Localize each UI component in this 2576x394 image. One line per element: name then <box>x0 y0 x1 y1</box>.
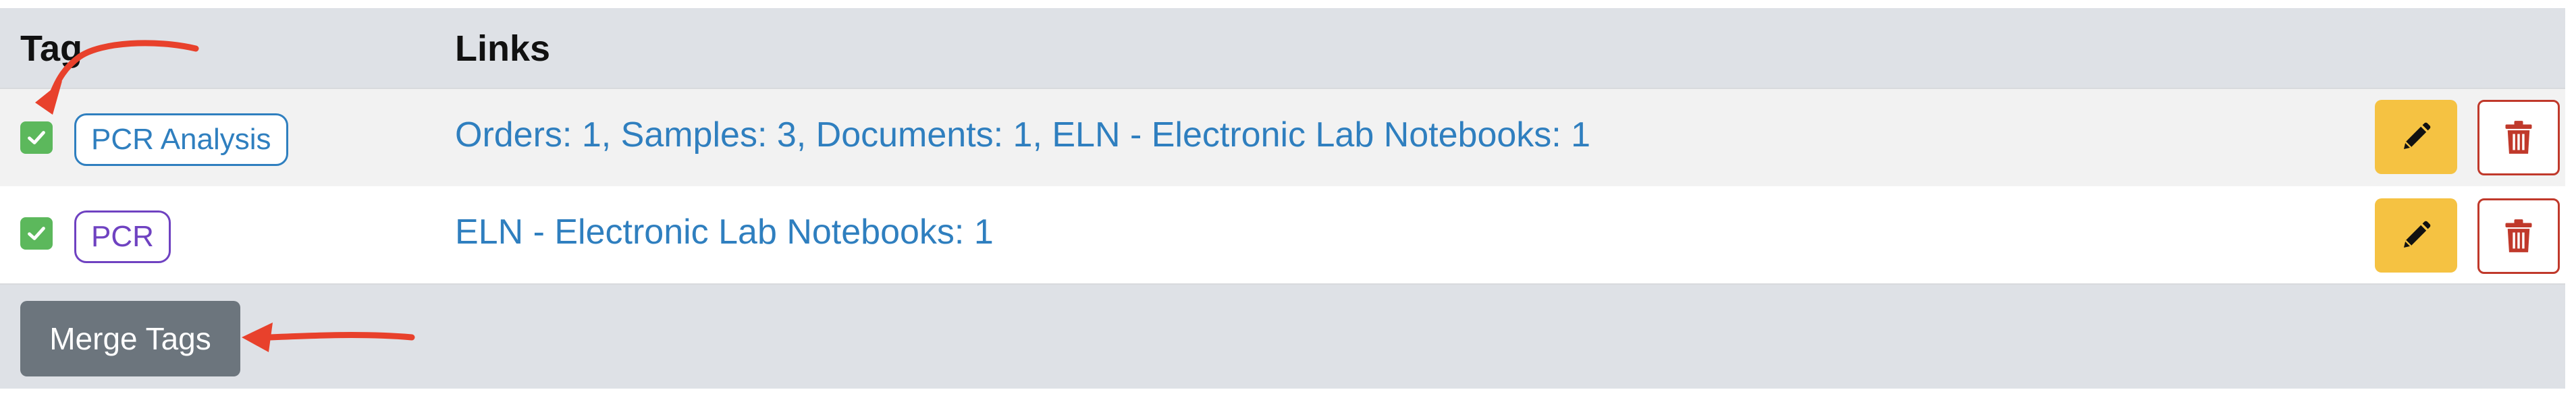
delete-tag-button[interactable] <box>2477 198 2560 274</box>
table-footer: Merge Tags <box>0 285 2565 389</box>
column-header-links: Links <box>455 28 551 69</box>
tag-checkbox[interactable] <box>20 217 53 250</box>
tag-links[interactable]: ELN - Electronic Lab Notebooks: 1 <box>455 210 994 254</box>
page: Tag Links PCR Analysis Orders: 1, Sample… <box>0 0 2576 394</box>
checkmark-icon <box>28 131 45 144</box>
tag-links[interactable]: Orders: 1, Samples: 3, Documents: 1, ELN… <box>455 113 1590 157</box>
pencil-icon <box>2404 122 2431 149</box>
table-header: Tag Links <box>0 8 2565 86</box>
tag-badge[interactable]: PCR Analysis <box>74 113 288 166</box>
tags-table: Tag Links PCR Analysis Orders: 1, Sample… <box>0 8 2565 389</box>
edit-tag-button[interactable] <box>2375 100 2457 174</box>
merge-tags-button[interactable]: Merge Tags <box>20 301 240 376</box>
checkmark-icon <box>28 227 45 240</box>
tag-badge[interactable]: PCR <box>74 210 171 263</box>
delete-tag-button[interactable] <box>2477 100 2560 175</box>
trash-icon <box>2505 219 2532 252</box>
table-row: PCR Analysis Orders: 1, Samples: 3, Docu… <box>0 88 2565 188</box>
trash-icon <box>2505 121 2532 154</box>
table-row: PCR ELN - Electronic Lab Notebooks: 1 <box>0 186 2565 285</box>
edit-tag-button[interactable] <box>2375 198 2457 273</box>
tag-checkbox[interactable] <box>20 121 53 154</box>
pencil-icon <box>2404 221 2431 248</box>
column-header-tag: Tag <box>20 28 82 69</box>
